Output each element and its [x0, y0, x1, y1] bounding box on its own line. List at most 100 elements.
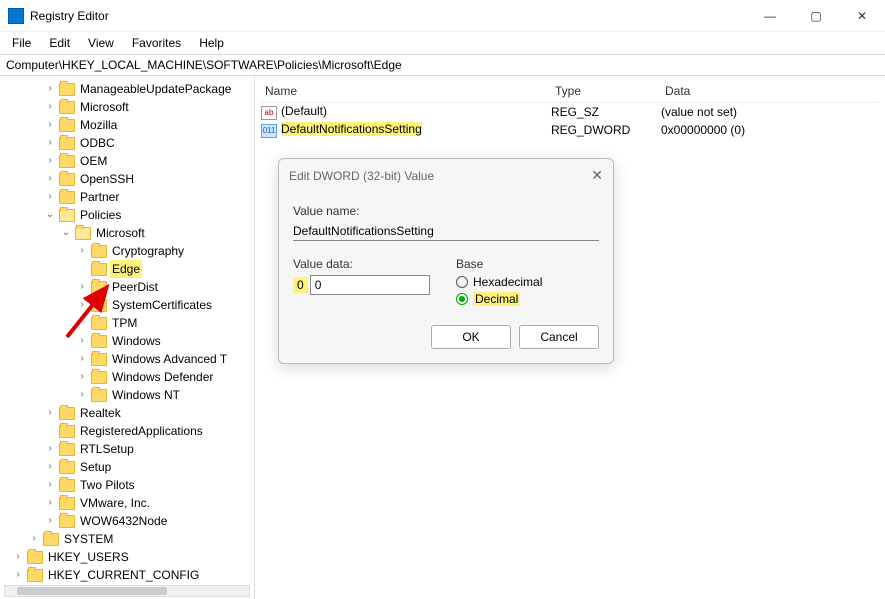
menu-help[interactable]: Help: [191, 34, 232, 52]
tree-item[interactable]: ›Windows Defender: [76, 368, 254, 386]
folder-icon: [59, 209, 75, 222]
expand-icon[interactable]: ›: [44, 188, 56, 206]
tree-item[interactable]: › Partner: [44, 188, 254, 206]
expand-icon[interactable]: ›: [44, 116, 56, 134]
value-type-icon: ab: [261, 106, 277, 120]
tree-label: HKEY_CURRENT_CONFIG: [46, 566, 201, 584]
value-data-label: Value data:: [293, 257, 436, 271]
tree-item[interactable]: ›ODBC: [44, 134, 254, 152]
tree-item[interactable]: › SYSTEM: [28, 530, 254, 548]
tree-item[interactable]: › OpenSSH: [44, 170, 254, 188]
tree-label: Microsoft: [78, 98, 131, 116]
tree-item[interactable]: Edge: [76, 260, 254, 278]
folder-icon: [59, 497, 75, 510]
tree-item[interactable]: ›Realtek: [44, 404, 254, 422]
expand-icon[interactable]: ›: [12, 566, 24, 584]
tree-item[interactable]: ›WOW6432Node: [44, 512, 254, 530]
expand-icon[interactable]: ›: [44, 458, 56, 476]
tree-item[interactable]: › Windows: [76, 332, 254, 350]
tree-item[interactable]: › Cryptography: [76, 242, 254, 260]
tree-label: Cryptography: [110, 242, 186, 260]
menu-view[interactable]: View: [80, 34, 122, 52]
value-data-input[interactable]: [310, 275, 430, 295]
value-row[interactable]: 011DefaultNotificationsSettingREG_DWORD0…: [261, 121, 879, 139]
expand-icon[interactable]: ›: [76, 296, 88, 314]
expand-icon[interactable]: ›: [76, 278, 88, 296]
radio-hexadecimal[interactable]: Hexadecimal: [456, 275, 599, 289]
expand-icon[interactable]: ›: [76, 350, 88, 368]
tree-label: SystemCertificates: [110, 296, 214, 314]
tree-item[interactable]: ›Windows Advanced T: [76, 350, 254, 368]
tree-item[interactable]: ›OEM: [44, 152, 254, 170]
folder-icon: [59, 119, 75, 132]
horizontal-scrollbar[interactable]: [4, 585, 250, 597]
expand-icon[interactable]: ›: [76, 332, 88, 350]
tree-label: SYSTEM: [62, 530, 115, 548]
ok-button[interactable]: OK: [431, 325, 511, 349]
tree-item[interactable]: ›VMware, Inc.: [44, 494, 254, 512]
minimize-button[interactable]: —: [747, 0, 793, 32]
tree-item[interactable]: › Microsoft: [44, 98, 254, 116]
expand-icon[interactable]: ›: [44, 404, 56, 422]
tree-label: OpenSSH: [78, 170, 136, 188]
value-name-input[interactable]: [293, 222, 599, 241]
tree-label: Mozilla: [78, 116, 119, 134]
tree-item[interactable]: › Two Pilots: [44, 476, 254, 494]
expand-icon[interactable]: ›: [44, 476, 56, 494]
expand-icon[interactable]: ›: [12, 548, 24, 566]
tree-item[interactable]: ›Setup: [44, 458, 254, 476]
tree-label: Two Pilots: [78, 476, 137, 494]
tree-item[interactable]: › Mozilla: [44, 116, 254, 134]
expand-icon[interactable]: ›: [76, 242, 88, 260]
tree-item[interactable]: ›ManageableUpdatePackage: [44, 80, 254, 98]
menu-favorites[interactable]: Favorites: [124, 34, 189, 52]
col-name[interactable]: Name: [261, 80, 551, 102]
expand-icon[interactable]: ›: [44, 494, 56, 512]
column-headers[interactable]: Name Type Data: [261, 80, 879, 103]
address-bar[interactable]: Computer\HKEY_LOCAL_MACHINE\SOFTWARE\Pol…: [0, 54, 885, 76]
folder-icon: [59, 461, 75, 474]
tree-item[interactable]: RegisteredApplications: [44, 422, 254, 440]
expand-icon[interactable]: ›: [44, 80, 56, 98]
folder-icon: [91, 317, 107, 330]
value-row[interactable]: ab(Default)REG_SZ(value not set): [261, 103, 879, 121]
folder-icon: [59, 425, 75, 438]
expand-icon[interactable]: ›: [76, 386, 88, 404]
folder-icon: [59, 101, 75, 114]
tree-label: Windows: [110, 332, 163, 350]
tree-item[interactable]: ⌄Microsoft: [60, 224, 254, 242]
tree-item[interactable]: ›Windows NT: [76, 386, 254, 404]
expand-icon[interactable]: ›: [44, 170, 56, 188]
cancel-button[interactable]: Cancel: [519, 325, 599, 349]
maximize-button[interactable]: ▢: [793, 0, 839, 32]
expand-icon[interactable]: ⌄: [60, 224, 72, 242]
dialog-close-icon[interactable]: ✕: [591, 167, 603, 184]
expand-icon[interactable]: ›: [44, 134, 56, 152]
value-name: (Default): [281, 104, 327, 118]
expand-icon[interactable]: ›: [44, 512, 56, 530]
close-button[interactable]: ✕: [839, 0, 885, 32]
tree-item[interactable]: TPM: [76, 314, 254, 332]
folder-icon: [59, 155, 75, 168]
tree-label: TPM: [110, 314, 139, 332]
tree-item[interactable]: ›HKEY_USERS: [12, 548, 254, 566]
expand-icon[interactable]: ›: [44, 152, 56, 170]
tree-item[interactable]: › SystemCertificates: [76, 296, 254, 314]
value-data: (value not set): [661, 105, 879, 119]
tree-item[interactable]: ›RTLSetup: [44, 440, 254, 458]
radio-decimal[interactable]: Decimal: [456, 292, 599, 306]
expand-icon[interactable]: ›: [28, 530, 40, 548]
col-type[interactable]: Type: [551, 80, 661, 102]
expand-icon[interactable]: ›: [44, 440, 56, 458]
folder-icon: [59, 83, 75, 96]
menu-file[interactable]: File: [4, 34, 39, 52]
tree-item[interactable]: › HKEY_CURRENT_CONFIG: [12, 566, 254, 584]
menu-edit[interactable]: Edit: [41, 34, 78, 52]
expand-icon[interactable]: ›: [44, 98, 56, 116]
tree-label: Partner: [78, 188, 121, 206]
tree-item[interactable]: ⌄Policies: [44, 206, 254, 224]
expand-icon[interactable]: ⌄: [44, 206, 56, 224]
tree-item[interactable]: ›PeerDist: [76, 278, 254, 296]
expand-icon[interactable]: ›: [76, 368, 88, 386]
col-data[interactable]: Data: [661, 80, 879, 102]
